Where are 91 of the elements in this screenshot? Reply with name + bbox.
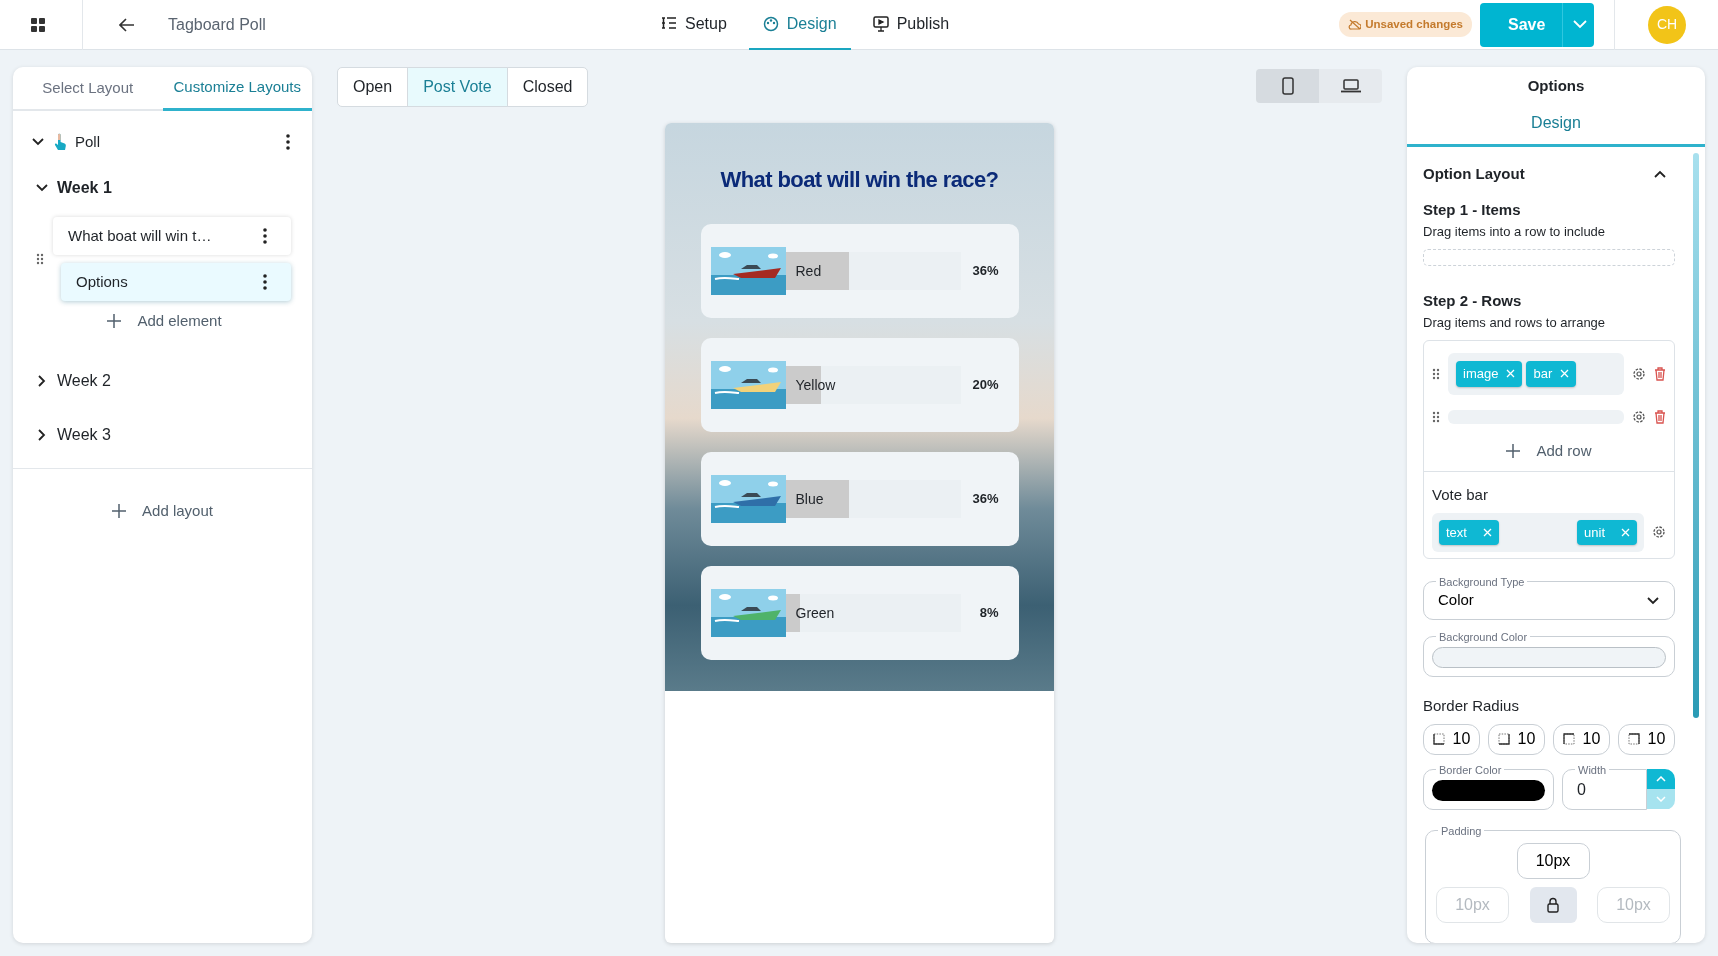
nav-tab[interactable]: Design (748, 0, 851, 50)
list-icon (661, 15, 677, 32)
settings-button[interactable] (1632, 409, 1646, 424)
back-arrow-icon (119, 17, 135, 32)
corner-icon (1627, 733, 1640, 745)
field-label: Vote bar (1432, 485, 1489, 505)
radius-field[interactable]: 10 (1488, 723, 1545, 755)
vote-percent: 8% (979, 604, 999, 623)
trash-icon (1654, 409, 1666, 424)
lock-button[interactable] (1529, 886, 1577, 923)
state-tab[interactable]: Post Vote (407, 67, 508, 107)
add-row-button[interactable]: Add row (1500, 438, 1598, 463)
padding-field[interactable]: 10px (1516, 842, 1590, 879)
corner-icon (1497, 733, 1510, 745)
cloud-icon (1348, 19, 1362, 30)
state-tab[interactable]: Open (337, 67, 409, 107)
caret-icon (1573, 20, 1587, 29)
color-swatch[interactable] (1432, 779, 1545, 801)
poll-question: What boat will win the race? (720, 166, 999, 194)
palette-icon (762, 15, 779, 32)
settings-icon (1632, 366, 1646, 381)
radius-field[interactable]: 10 (1553, 723, 1610, 755)
nav-tab[interactable]: Publish (858, 0, 964, 50)
radius-field[interactable]: 10 (1618, 723, 1675, 755)
panel-title: Options (1526, 76, 1586, 96)
lock-icon (1546, 896, 1560, 913)
app-title: Tagboard Poll (168, 14, 266, 35)
panel-tab[interactable]: Customize Layouts (162, 67, 312, 111)
tree-item[interactable]: Week 1 (57, 176, 112, 200)
drag-handle-icon (1432, 367, 1440, 380)
plus-icon (107, 314, 122, 329)
grid-icon (31, 17, 45, 32)
back-button[interactable] (119, 17, 135, 32)
step-title: Step 2 - Rows (1423, 291, 1523, 311)
kebab-icon (263, 228, 267, 244)
corner-icon (1432, 733, 1445, 745)
apps-button[interactable] (31, 17, 45, 32)
panel-tab[interactable]: Design (1525, 109, 1587, 136)
tree-item[interactable]: Week 3 (57, 422, 111, 447)
close-icon (1506, 369, 1516, 379)
unsaved-badge: Unsaved changes (1339, 11, 1472, 38)
close-icon (1482, 527, 1492, 537)
step-hint: Drag items into a row to include (1423, 222, 1607, 241)
option-label: Green (795, 604, 835, 623)
laptop-icon (1340, 79, 1361, 93)
option-label: Yellow (795, 376, 836, 395)
plus-icon (1506, 443, 1521, 458)
hand-pointer-icon (53, 133, 67, 151)
color-swatch[interactable] (1432, 647, 1666, 668)
device-toggle[interactable] (1256, 69, 1319, 103)
settings-icon (1632, 409, 1646, 424)
element-card[interactable]: Options (61, 263, 291, 301)
scrollbar[interactable] (1693, 152, 1699, 718)
kebab-icon (286, 134, 290, 150)
device-toggle[interactable] (1319, 69, 1382, 103)
monitor-icon (872, 15, 889, 32)
option-label: Blue (795, 490, 824, 509)
nav-tab[interactable]: Setup (647, 0, 741, 50)
section-title: Option Layout (1423, 163, 1525, 184)
settings-icon (1652, 525, 1666, 540)
option-label: Red (795, 262, 822, 281)
tree-item[interactable]: Poll (75, 130, 278, 154)
chevron-up-icon (1656, 775, 1666, 782)
trash-icon (1654, 366, 1666, 381)
vote-percent: 36% (972, 262, 999, 281)
settings-button[interactable] (1652, 525, 1666, 540)
element-card[interactable]: What boat will win t… (53, 217, 291, 255)
drag-handle-icon (1432, 410, 1440, 423)
add-element-button[interactable]: Add element (101, 309, 228, 334)
step-hint: Drag items and rows to arrange (1423, 313, 1607, 332)
kebab-icon (263, 274, 267, 290)
tree-item[interactable]: Week 2 (57, 368, 111, 393)
plus-icon (112, 503, 127, 518)
close-icon (1621, 527, 1630, 537)
more-button[interactable] (286, 134, 290, 150)
step-title: Step 1 - Items (1423, 200, 1522, 220)
close-icon (1560, 369, 1570, 379)
vote-percent: 20% (972, 376, 999, 395)
field-label: Border Radius (1423, 696, 1520, 716)
add-layout-button[interactable]: Add layout (106, 498, 219, 523)
radius-field[interactable]: 10 (1423, 723, 1480, 755)
drag-handle-icon (36, 253, 44, 265)
settings-button[interactable] (1632, 366, 1646, 381)
chevron-down-icon (1656, 795, 1666, 802)
panel-tab[interactable]: Select Layout (13, 67, 163, 111)
state-tab[interactable]: Closed (506, 67, 589, 107)
phone-icon (1281, 77, 1294, 95)
delete-button[interactable] (1654, 366, 1666, 381)
delete-button[interactable] (1654, 409, 1666, 424)
corner-icon (1562, 733, 1575, 745)
vote-percent: 36% (972, 490, 999, 509)
